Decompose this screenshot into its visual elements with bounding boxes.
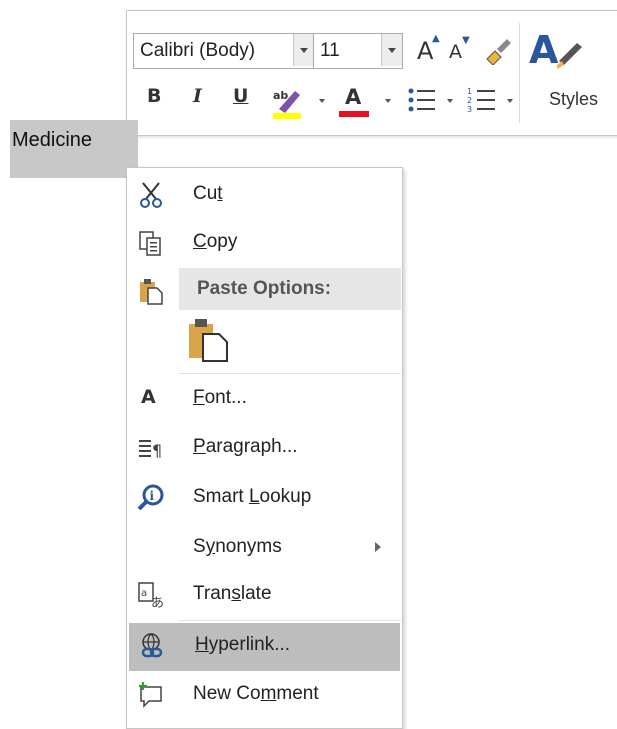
bullet-list-icon	[408, 88, 435, 112]
italic-button[interactable]: I	[193, 85, 202, 107]
menu-item-copy[interactable]: Copy	[127, 220, 402, 266]
font-icon: A	[141, 386, 156, 408]
selected-text[interactable]: Medicine	[10, 120, 138, 178]
svg-text:あ: あ	[151, 596, 164, 609]
font-size-combo[interactable]: 11	[313, 33, 403, 69]
numbered-list-icon: 1 2 3	[467, 87, 495, 114]
menu-separator	[179, 373, 401, 374]
copy-icon	[139, 231, 161, 256]
svg-text:3: 3	[467, 105, 472, 114]
submenu-arrow-icon	[375, 542, 381, 552]
clipboard-icon	[140, 279, 163, 305]
brush-icon	[486, 39, 511, 66]
chevron-down-icon[interactable]	[447, 99, 453, 103]
chevron-down-icon[interactable]	[385, 99, 391, 103]
chevron-down-icon[interactable]	[507, 99, 513, 103]
menu-item-synonyms[interactable]: Synonyms	[127, 525, 402, 571]
styles-icon: A	[529, 28, 582, 72]
bold-button[interactable]: B	[147, 85, 161, 107]
underline-button[interactable]: U	[233, 85, 248, 107]
menu-separator	[179, 620, 401, 621]
styles-button[interactable]: A	[527, 25, 587, 85]
new-comment-icon	[139, 682, 162, 708]
menu-item-new-comment[interactable]: New Comment	[127, 672, 402, 718]
font-name-combo[interactable]: Calibri (Body)	[133, 33, 315, 69]
svg-text:i: i	[150, 489, 155, 503]
chevron-down-icon[interactable]	[293, 34, 314, 66]
shrink-font-button[interactable]: A ▼	[449, 35, 470, 63]
paragraph-icon: ¶	[139, 440, 162, 460]
menu-item-cut[interactable]: Cut	[127, 172, 402, 218]
mini-toolbar: Calibri (Body) 11 A ▲ A ▼ A B I U ab A 1…	[126, 10, 617, 136]
styles-label: Styles	[549, 89, 599, 109]
svg-text:¶: ¶	[152, 441, 162, 460]
toolbar-divider	[519, 23, 520, 123]
chevron-down-icon[interactable]	[381, 34, 402, 66]
chevron-down-icon[interactable]	[319, 99, 325, 103]
selected-word: Medicine	[12, 129, 93, 151]
translate-icon: a あ	[138, 582, 164, 609]
clear-formatting-button[interactable]	[483, 35, 513, 66]
menu-item-paragraph[interactable]: ¶ Paragraph...	[127, 425, 402, 471]
highlighter-icon: ab	[273, 89, 301, 119]
hyperlink-icon	[141, 633, 163, 658]
font-name-value: Calibri (Body)	[140, 40, 256, 61]
scissors-icon	[140, 182, 162, 208]
menu-item-hyperlink[interactable]: Hyperlink...	[129, 623, 400, 671]
numbering-button[interactable]: 1 2 3	[467, 85, 497, 115]
paste-options-header: Paste Options:	[127, 268, 402, 314]
svg-text:a: a	[141, 588, 147, 599]
svg-text:A: A	[529, 28, 559, 72]
svg-text:2: 2	[467, 96, 472, 105]
clipboard-paste-icon	[189, 319, 228, 362]
context-menu: Cut Copy Paste Options: A Font... ¶ Para…	[126, 167, 403, 729]
font-color-icon: A	[345, 85, 362, 109]
paste-options-label: Paste Options:	[197, 278, 332, 299]
smart-lookup-icon: i	[137, 484, 164, 511]
grow-font-button[interactable]: A ▲	[417, 33, 440, 65]
font-size-value: 11	[320, 40, 340, 61]
highlight-color-button[interactable]: ab	[271, 83, 305, 119]
svg-text:1: 1	[467, 87, 472, 96]
bullets-button[interactable]	[407, 85, 437, 115]
font-color-button[interactable]: A	[339, 85, 373, 121]
menu-item-smart-lookup[interactable]: i Smart Lookup	[127, 475, 402, 521]
shrink-font-icon: A	[449, 41, 462, 63]
svg-text:ab: ab	[273, 89, 288, 102]
grow-font-icon: A	[417, 37, 434, 65]
menu-item-translate[interactable]: a あ Translate	[127, 572, 402, 618]
paste-keep-source-button[interactable]	[187, 318, 229, 362]
menu-item-font[interactable]: A Font...	[127, 376, 402, 422]
